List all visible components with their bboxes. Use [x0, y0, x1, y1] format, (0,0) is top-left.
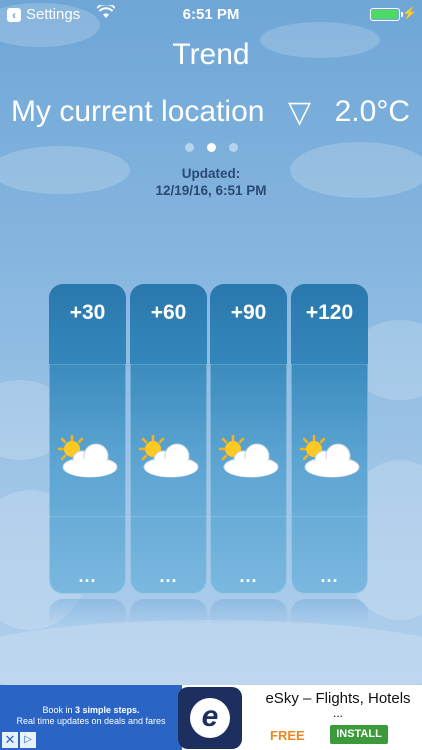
page-dot[interactable] [184, 143, 194, 152]
status-bar: ‹ Settings 6:51 PM ⚡ [0, 0, 422, 30]
forecast-column[interactable]: +30 ... [49, 284, 126, 594]
ad-promo-panel[interactable]: Book in 3 simple steps. Real time update… [0, 685, 182, 750]
page-dot-active[interactable] [206, 143, 216, 152]
ad-promo-text: Book in 3 simple steps. Real time update… [0, 705, 182, 727]
page-dot[interactable] [228, 143, 238, 152]
esky-logo-letter: e [190, 698, 230, 738]
partly-cloudy-icon [299, 434, 360, 478]
forecast-offset-label: +60 [150, 301, 187, 324]
esky-logo-icon[interactable]: e [178, 687, 242, 749]
ad-line1-pre: Book in [42, 705, 75, 715]
forecast-offset-label: +90 [230, 301, 267, 324]
more-dots[interactable]: ... [49, 566, 126, 587]
column-reflection [291, 599, 368, 625]
bolt-icon: ⚡ [402, 6, 417, 20]
forecast-column[interactable]: +120 ... [291, 284, 368, 594]
forecast-offset-label: +30 [69, 301, 106, 324]
close-icon[interactable]: ✕ [2, 732, 18, 748]
current-temperature: 2.0°C [334, 95, 410, 128]
location-dropdown-icon[interactable]: ▽ [288, 95, 311, 130]
more-dots[interactable]: ... [210, 566, 287, 587]
ad-banner[interactable]: Book in 3 simple steps. Real time update… [0, 685, 422, 750]
column-reflection [210, 599, 287, 625]
ad-line2: Real time updates on deals and fares [16, 716, 166, 726]
forecast-offset-label: +120 [305, 301, 354, 324]
column-reflection [130, 599, 207, 625]
adchoices-icon[interactable]: ▷ [20, 732, 36, 748]
page-title: Trend [172, 38, 250, 71]
battery-icon [370, 8, 400, 21]
clock: 6:51 PM [182, 6, 240, 23]
forecast-column[interactable]: +90 ... [210, 284, 287, 594]
more-dots[interactable]: ... [291, 566, 368, 587]
partly-cloudy-icon [57, 434, 118, 478]
partly-cloudy-icon [218, 434, 279, 478]
install-button[interactable]: INSTALL [330, 725, 388, 744]
more-dots[interactable]: ... [130, 566, 207, 587]
location-name[interactable]: My current location [11, 95, 264, 129]
page-indicator[interactable] [0, 143, 422, 152]
forecast-column[interactable]: +60 ... [130, 284, 207, 594]
updated-label: Updated: [181, 166, 241, 181]
updated-timestamp: 12/19/16, 6:51 PM [155, 183, 267, 198]
ad-ellipsis: ... [332, 706, 343, 720]
updated-info: Updated: 12/19/16, 6:51 PM [0, 165, 422, 199]
ad-line1-bold: 3 simple steps. [75, 705, 140, 715]
partly-cloudy-icon [138, 434, 199, 478]
ad-price: FREE [270, 728, 305, 743]
column-reflection [49, 599, 126, 625]
